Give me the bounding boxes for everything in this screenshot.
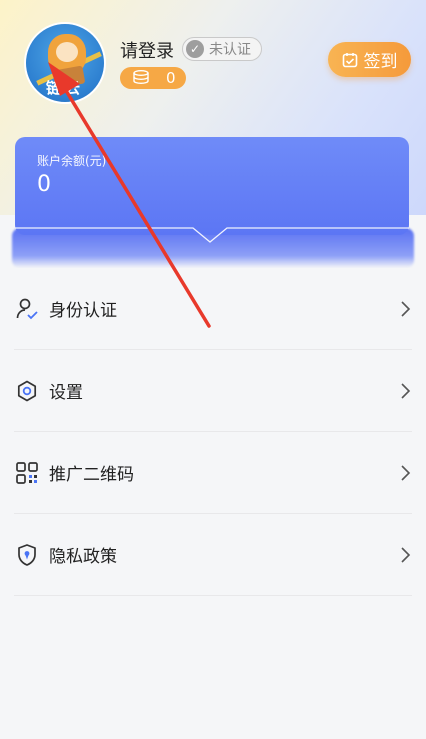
shield-icon	[14, 542, 40, 568]
chevron-right-icon	[401, 301, 411, 317]
check-icon: ✓	[186, 40, 204, 58]
signin-label: 签到	[363, 52, 398, 72]
menu-item-label: 身份认证	[49, 301, 117, 321]
menu-item-identity[interactable]: 身份认证	[14, 268, 412, 350]
login-link[interactable]: 请登录	[120, 37, 174, 63]
menu-item-privacy[interactable]: 隐私政策	[14, 514, 412, 596]
menu-item-label: 推广二维码	[49, 465, 134, 485]
verify-status-badge: ✓ 未认证	[182, 37, 262, 61]
balance-value: 0	[37, 172, 51, 197]
verify-status-text: 未认证	[209, 42, 251, 58]
balance-card[interactable]: 账户余额(元) 0	[15, 137, 409, 235]
avatar[interactable]: 链云	[24, 22, 106, 104]
menu-item-settings[interactable]: 设置	[14, 350, 412, 432]
card-notch-divider	[15, 227, 409, 243]
menu-list: 身份认证 设置 推广二维码 隐私政策	[0, 268, 426, 596]
points-value: 0	[166, 69, 176, 87]
menu-item-label: 设置	[49, 383, 83, 403]
calendar-check-icon	[342, 52, 357, 67]
menu-item-qrcode[interactable]: 推广二维码	[14, 432, 412, 514]
points-badge[interactable]: 0	[120, 67, 186, 89]
signin-button[interactable]: 签到	[328, 42, 411, 77]
avatar-text: 链云	[45, 79, 84, 97]
balance-label: 账户余额(元)	[37, 154, 107, 168]
user-check-icon	[14, 296, 40, 322]
menu-item-label: 隐私政策	[49, 547, 117, 567]
chevron-right-icon	[401, 547, 411, 563]
qr-code-icon	[14, 460, 40, 486]
avatar-face-shape	[56, 42, 78, 62]
chevron-right-icon	[401, 383, 411, 399]
chevron-right-icon	[401, 465, 411, 481]
coin-stack-icon	[133, 70, 149, 85]
gear-icon	[14, 378, 40, 404]
